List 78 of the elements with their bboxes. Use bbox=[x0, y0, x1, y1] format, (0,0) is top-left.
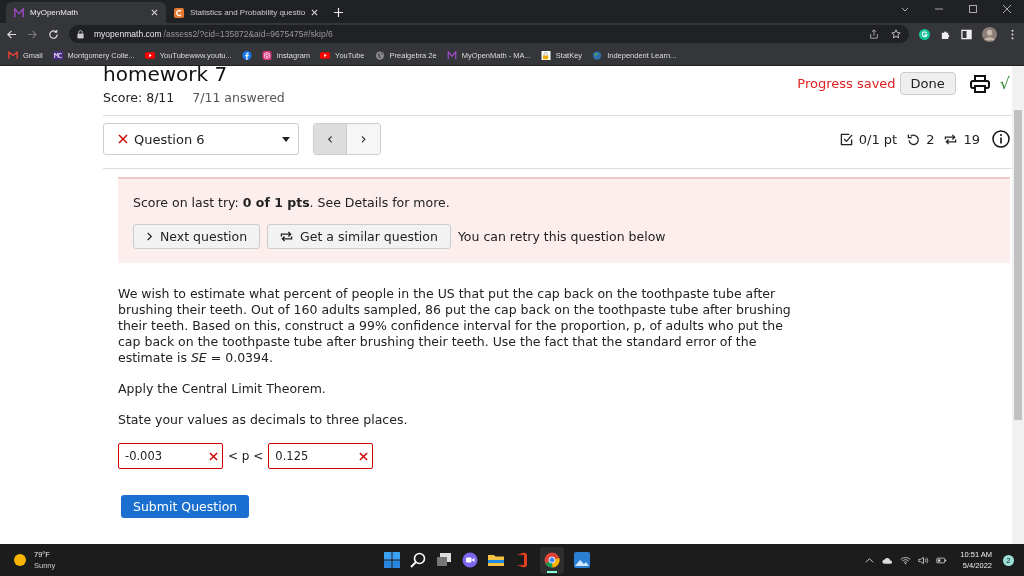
question-paragraph: Apply the Central Limit Theorem. bbox=[118, 381, 327, 397]
chevron-up-icon[interactable] bbox=[864, 555, 876, 565]
repeat-icon bbox=[280, 230, 294, 243]
browser-tab[interactable]: Statistics and Probability questio bbox=[166, 2, 326, 23]
star-icon[interactable] bbox=[891, 29, 901, 39]
browser-taskbar-button[interactable] bbox=[540, 546, 564, 574]
college-logo bbox=[52, 50, 63, 60]
sun-icon bbox=[14, 554, 26, 566]
next-button[interactable]: › bbox=[347, 124, 380, 154]
question-paragraph: We wish to estimate what percent of people in the US that put the cap back on the toothpaste tube after brushing their teeth. Out of 160 adults sampled, 86 put the cap back on the toothpaste tube after brushing their teeth. Based on this, construct a 99% confidence interval for the proportion, p, of adults who put the cap back on the toothpaste tube after brushing their teeth. Use the fact that the standard error of the estimate is SE = 0.0394. bbox=[118, 286, 792, 366]
check-mark: √ bbox=[999, 74, 1010, 93]
answer-field[interactable]: -0.003 bbox=[118, 443, 223, 469]
new-tab-icon[interactable] bbox=[334, 8, 343, 17]
maximize-icon[interactable] bbox=[968, 3, 978, 14]
retry-note: You can retry this question below bbox=[457, 229, 666, 244]
versions-count: 19 bbox=[963, 131, 980, 147]
bookmark[interactable] bbox=[241, 50, 252, 60]
retry-icon bbox=[907, 132, 921, 146]
tab-title: MyOpenMath bbox=[30, 8, 80, 17]
incorrect-icon bbox=[359, 451, 369, 461]
side-panel-icon[interactable] bbox=[961, 28, 972, 40]
volume-icon[interactable] bbox=[918, 555, 930, 565]
globe-icon bbox=[592, 50, 603, 60]
logo-icon bbox=[446, 50, 457, 60]
globe-icon bbox=[374, 50, 385, 60]
camera-icon bbox=[261, 50, 272, 60]
inequality-text: < p < bbox=[228, 449, 264, 463]
share-icon[interactable] bbox=[869, 29, 879, 39]
browser-tab[interactable]: MyOpenMath bbox=[6, 2, 166, 23]
folder-icon[interactable] bbox=[488, 552, 504, 568]
back-icon[interactable] bbox=[6, 28, 17, 40]
similar-question-button[interactable]: Get a similar question bbox=[267, 224, 451, 249]
question-paragraph: State your values as decimals to three places. bbox=[118, 412, 409, 428]
scrollbar[interactable] bbox=[1012, 66, 1024, 544]
task-view-icon[interactable] bbox=[436, 552, 452, 568]
answer-field[interactable]: 0.125 bbox=[268, 443, 374, 469]
lock-icon bbox=[540, 50, 551, 60]
checkbox-icon bbox=[839, 132, 853, 146]
reload-icon[interactable] bbox=[48, 28, 59, 40]
caret-icon bbox=[282, 136, 290, 142]
score-text: Score: 8/11 bbox=[103, 90, 175, 105]
avatar-icon[interactable] bbox=[982, 26, 997, 42]
logo-icon bbox=[174, 7, 184, 18]
cloud-icon[interactable] bbox=[882, 555, 894, 565]
done-button[interactable]: Done bbox=[899, 72, 956, 95]
incorrect-icon bbox=[209, 451, 218, 461]
print-icon[interactable] bbox=[969, 74, 990, 93]
address-bar[interactable]: myopenmath.com /assess2/?cid=135872&aid=9675475#/skip/6 bbox=[69, 25, 909, 43]
chat-icon[interactable] bbox=[462, 552, 478, 568]
submit-button[interactable]: Submit Question bbox=[121, 495, 250, 518]
chevron-right-icon bbox=[146, 232, 153, 241]
search-icon[interactable] bbox=[410, 552, 426, 568]
close-icon[interactable] bbox=[1002, 3, 1012, 14]
info-icon[interactable] bbox=[992, 130, 1010, 148]
logo-icon bbox=[241, 50, 252, 60]
logo-icon bbox=[14, 7, 24, 18]
question-select[interactable]: Question 6 bbox=[103, 123, 299, 155]
tab-title: Statistics and Probability questio bbox=[190, 8, 305, 17]
repeat-icon bbox=[944, 132, 958, 146]
photos-icon[interactable] bbox=[574, 552, 590, 568]
progress-status: Progress saved bbox=[797, 76, 896, 91]
previous-button[interactable]: ‹ bbox=[314, 124, 347, 154]
incorrect-icon bbox=[118, 134, 128, 144]
forward-icon[interactable] bbox=[27, 28, 38, 40]
answered-count: 7/11 answered bbox=[192, 90, 285, 105]
wifi-icon[interactable] bbox=[900, 555, 912, 565]
points-text: 0/1 pt bbox=[858, 131, 898, 147]
extension-icon[interactable] bbox=[919, 28, 930, 40]
retries-count: 2 bbox=[926, 131, 935, 147]
feedback-text: Score on last try: 0 of 1 pts. See Details for more. bbox=[133, 195, 451, 210]
play-icon bbox=[144, 50, 155, 60]
next-question-button[interactable]: Next question bbox=[133, 224, 261, 249]
assignment-title: homework 7 bbox=[103, 66, 229, 86]
mail-icon bbox=[8, 50, 18, 60]
start-icon[interactable] bbox=[384, 552, 400, 568]
battery-icon[interactable] bbox=[936, 555, 948, 565]
lock-icon bbox=[77, 29, 84, 39]
play-icon bbox=[320, 50, 331, 60]
